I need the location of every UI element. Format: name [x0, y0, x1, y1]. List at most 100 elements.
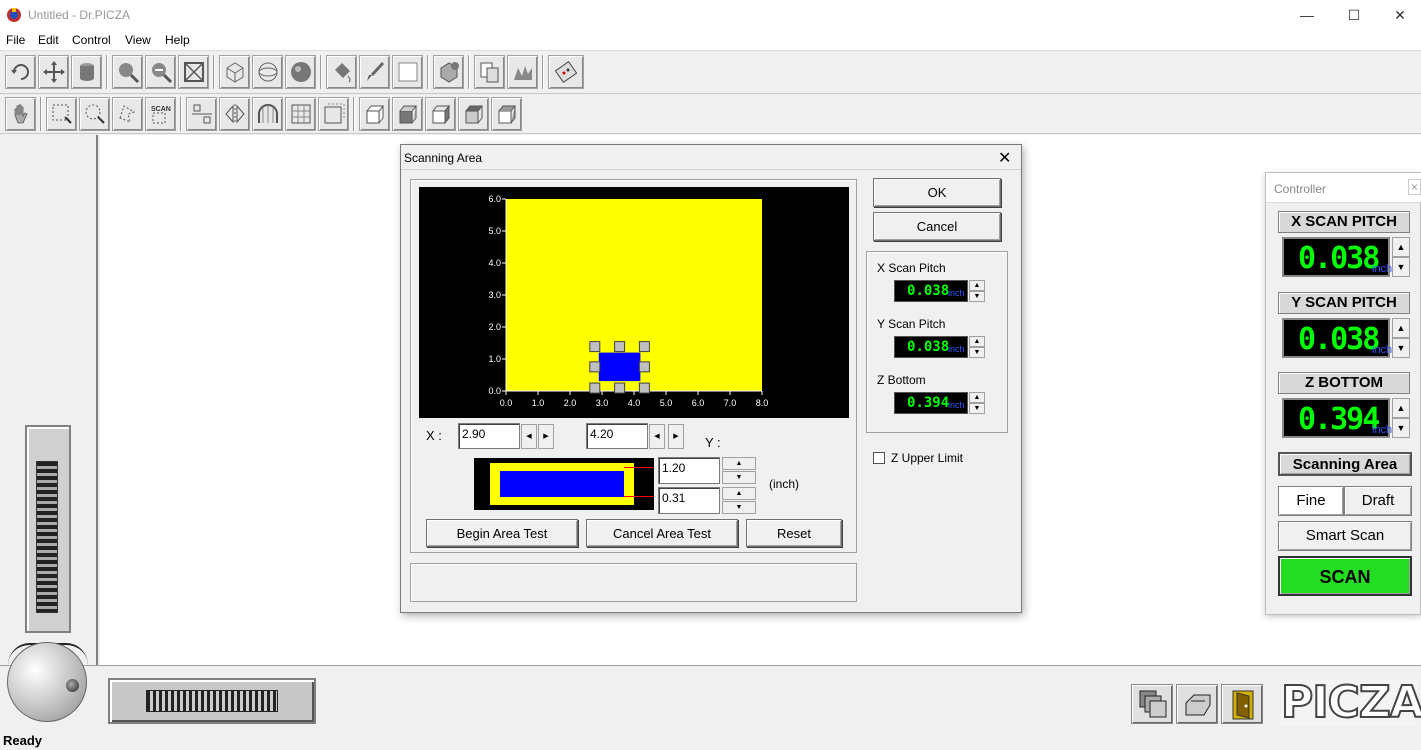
- wireframe-view-button[interactable]: [219, 55, 250, 89]
- render-view-button[interactable]: [285, 55, 316, 89]
- y-end-down-arrow[interactable]: ▼: [722, 471, 756, 484]
- ok-button[interactable]: OK: [873, 178, 1001, 207]
- menu-help[interactable]: Help: [165, 33, 190, 47]
- z-upper-limit-label: Z Upper Limit: [891, 451, 964, 465]
- minimize-button[interactable]: —: [1284, 0, 1330, 30]
- flip-horizontal-button[interactable]: [219, 97, 250, 131]
- blank-tool-button[interactable]: [392, 55, 423, 89]
- resize-handle[interactable]: [614, 341, 626, 353]
- ctl-z-bottom-down-arrow[interactable]: ▼: [1392, 418, 1410, 438]
- x-end-input[interactable]: 4.20: [586, 423, 648, 449]
- resize-handle[interactable]: [638, 341, 650, 353]
- draft-button[interactable]: Draft: [1344, 486, 1412, 516]
- scan-select-button[interactable]: SCAN: [145, 97, 176, 131]
- ctl-x-pitch-down-arrow[interactable]: ▼: [1392, 257, 1410, 277]
- zoom-in-icon: [118, 63, 139, 84]
- box-view-5-button[interactable]: [491, 97, 522, 131]
- shaded-view-button[interactable]: [252, 55, 283, 89]
- y-start-down-arrow[interactable]: ▼: [722, 501, 756, 514]
- cancel-area-test-button[interactable]: Cancel Area Test: [586, 519, 738, 547]
- x-pitch-down-arrow[interactable]: ▼: [969, 291, 985, 302]
- x-start-right-arrow[interactable]: ▶: [538, 424, 554, 449]
- scanning-area-button[interactable]: Scanning Area: [1278, 452, 1412, 476]
- x-end-left-arrow[interactable]: ◀: [649, 424, 665, 449]
- x-end-right-arrow[interactable]: ▶: [668, 424, 684, 449]
- resize-handle[interactable]: [589, 341, 601, 353]
- fill-tool-button[interactable]: [326, 55, 357, 89]
- box-view-2-button[interactable]: [392, 97, 423, 131]
- object-tool-button[interactable]: [71, 55, 102, 89]
- y-pitch-label: Y Scan Pitch: [877, 317, 946, 331]
- resize-handle[interactable]: [638, 361, 650, 373]
- save-disk-button[interactable]: [1131, 684, 1173, 724]
- mesh-tool-button[interactable]: [433, 55, 464, 89]
- box-view-4-button[interactable]: [458, 97, 489, 131]
- cancel-button[interactable]: Cancel: [873, 212, 1001, 241]
- smart-scan-button[interactable]: Smart Scan: [1278, 521, 1412, 551]
- ctl-z-bottom-up-arrow[interactable]: ▲: [1392, 398, 1410, 418]
- y-pitch-up-arrow[interactable]: ▲: [969, 336, 985, 347]
- brush-tool-button[interactable]: [359, 55, 390, 89]
- move-tool-button[interactable]: [38, 55, 69, 89]
- frame-tool-button[interactable]: [318, 97, 349, 131]
- rect-select-button[interactable]: [46, 97, 77, 131]
- y-start-up-arrow[interactable]: ▲: [722, 487, 756, 500]
- flip-vertical-button[interactable]: [186, 97, 217, 131]
- lasso-select-button[interactable]: [112, 97, 143, 131]
- print-button[interactable]: [1176, 684, 1218, 724]
- y-end-up-arrow[interactable]: ▲: [722, 457, 756, 470]
- scan-button[interactable]: SCAN: [1278, 556, 1412, 596]
- copy-tool-button[interactable]: [474, 55, 505, 89]
- z-bottom-down-arrow[interactable]: ▼: [969, 403, 985, 414]
- z-bottom-up-arrow[interactable]: ▲: [969, 392, 985, 403]
- resize-handle[interactable]: [614, 382, 626, 394]
- close-window-button[interactable]: ✕: [1377, 0, 1421, 30]
- resize-handle[interactable]: [638, 382, 650, 394]
- fine-button[interactable]: Fine: [1278, 486, 1344, 516]
- resize-handle[interactable]: [589, 361, 601, 373]
- x-axis-wheel[interactable]: [108, 678, 316, 724]
- rotation-dial[interactable]: [7, 642, 87, 722]
- fit-view-button[interactable]: [178, 55, 209, 89]
- y-pitch-down-arrow[interactable]: ▼: [969, 347, 985, 358]
- scan-area-chart[interactable]: 0.0 1.0 2.0 3.0 4.0 5.0 6.0 0.0 1.0 2.0 3.0 4.0 5.0 6…: [419, 187, 849, 418]
- menu-edit[interactable]: Edit: [38, 33, 59, 47]
- dialog-close-button[interactable]: ✕: [998, 148, 1011, 168]
- scan-area-rect[interactable]: [598, 352, 641, 382]
- message-box: [410, 563, 857, 602]
- x-start-left-arrow[interactable]: ◀: [521, 424, 537, 449]
- ctl-y-pitch-down-arrow[interactable]: ▼: [1392, 338, 1410, 358]
- y-start-input[interactable]: 0.31: [658, 487, 720, 514]
- arch-tool-button[interactable]: [252, 97, 283, 131]
- x-tick-label: 6.0: [692, 398, 705, 408]
- zoom-in-button[interactable]: [112, 55, 143, 89]
- y-end-input[interactable]: 1.20: [658, 457, 720, 484]
- y-tick-label: 2.0: [488, 322, 501, 332]
- surface-tool-button[interactable]: [507, 55, 538, 89]
- pan-tool-button[interactable]: [5, 97, 36, 131]
- z-axis-wheel[interactable]: [25, 425, 71, 633]
- z-upper-limit-checkbox[interactable]: [873, 452, 885, 464]
- menu-control[interactable]: Control: [72, 33, 111, 47]
- ctl-y-pitch-up-arrow[interactable]: ▲: [1392, 318, 1410, 338]
- resize-handle[interactable]: [589, 382, 601, 394]
- menu-view[interactable]: View: [125, 33, 151, 47]
- maximize-button[interactable]: ☐: [1331, 0, 1377, 30]
- box-view-1-button[interactable]: [359, 97, 390, 131]
- menu-file[interactable]: File: [6, 33, 25, 47]
- begin-area-test-button[interactable]: Begin Area Test: [426, 519, 578, 547]
- reset-button[interactable]: Reset: [746, 519, 842, 547]
- grid-tool-button[interactable]: [285, 97, 316, 131]
- box-view-3-button[interactable]: [425, 97, 456, 131]
- circle-select-button[interactable]: [79, 97, 110, 131]
- rotate-tool-button[interactable]: [5, 55, 36, 89]
- x-pitch-up-arrow[interactable]: ▲: [969, 280, 985, 291]
- exit-button[interactable]: [1221, 684, 1263, 724]
- controller-close-button[interactable]: ×: [1408, 179, 1421, 195]
- zoom-out-button[interactable]: [145, 55, 176, 89]
- remote-control-button[interactable]: [548, 55, 584, 89]
- x-start-input[interactable]: 2.90: [458, 423, 520, 449]
- app-icon: [7, 8, 21, 22]
- ctl-x-pitch-up-arrow[interactable]: ▲: [1392, 237, 1410, 257]
- left-panel: [0, 135, 98, 665]
